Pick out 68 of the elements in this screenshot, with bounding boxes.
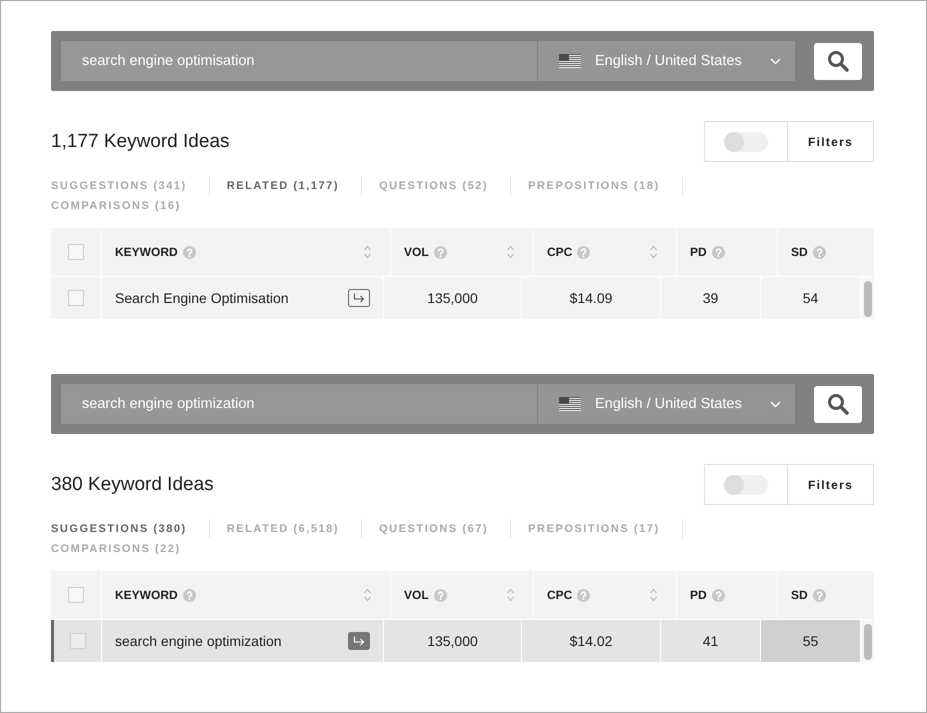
keyword-text: Search Engine Optimisation <box>115 290 289 306</box>
column-title: SD <box>791 588 808 602</box>
column-title: VOL <box>404 245 429 259</box>
chevron-down-icon <box>770 400 781 408</box>
table-cell: 41 <box>661 620 760 662</box>
tab[interactable]: COMPARISONS (16) <box>51 196 181 216</box>
tab[interactable]: COMPARISONS (22) <box>51 539 181 559</box>
search-icon <box>827 50 849 72</box>
help-icon[interactable] <box>577 246 590 258</box>
column-title: PD <box>690 245 707 259</box>
tab[interactable]: RELATED (1,177) <box>226 176 340 196</box>
tab[interactable]: SUGGESTIONS (380) <box>51 519 187 539</box>
table-cell: 54 <box>761 277 860 319</box>
search-field[interactable]: search engine optimization <box>61 384 537 424</box>
tab[interactable]: QUESTIONS (67) <box>379 519 488 539</box>
checkbox[interactable] <box>70 633 86 649</box>
language-dropdown[interactable]: English / United States <box>538 384 795 424</box>
table-cell: 39 <box>661 277 760 319</box>
scrollbar-thumb[interactable] <box>864 624 872 660</box>
help-icon[interactable] <box>434 588 447 602</box>
sort-icon[interactable] <box>649 587 658 603</box>
table-cell: 135,000 <box>384 620 521 662</box>
help-icon[interactable] <box>712 588 725 602</box>
flag-icon <box>559 397 581 411</box>
tab[interactable]: PREPOSITIONS (18) <box>528 176 660 196</box>
scrollbar-thumb[interactable] <box>864 281 872 317</box>
search-icon <box>827 393 849 415</box>
flag-icon <box>559 54 581 68</box>
table-cell: 135,000 <box>384 277 521 319</box>
checkbox[interactable] <box>68 290 84 306</box>
checkbox[interactable] <box>68 587 84 603</box>
sort-icon[interactable] <box>649 244 658 260</box>
search-field[interactable]: search engine optimisation <box>61 41 537 81</box>
results-title: 380 Keyword Ideas <box>51 474 214 496</box>
help-icon[interactable] <box>182 588 196 602</box>
column-title: CPC <box>547 245 572 259</box>
help-icon[interactable] <box>812 588 826 602</box>
help-icon[interactable] <box>434 246 447 258</box>
filters-toggle[interactable] <box>724 132 768 152</box>
help-icon[interactable] <box>577 588 590 602</box>
help-icon[interactable] <box>712 246 725 258</box>
column-title: SD <box>791 245 808 259</box>
tab[interactable]: SUGGESTIONS (341) <box>51 176 187 196</box>
search-button[interactable] <box>814 42 862 80</box>
filters-toggle[interactable] <box>724 474 768 494</box>
keyword-text: search engine optimization <box>115 633 282 649</box>
help-icon[interactable] <box>182 246 196 258</box>
sort-icon[interactable] <box>363 244 372 260</box>
results-title: 1,177 Keyword Ideas <box>51 130 230 152</box>
search-button[interactable] <box>814 386 862 422</box>
column-title: KEYWORD <box>115 588 178 602</box>
language-dropdown[interactable]: English / United States <box>538 41 795 81</box>
table-cell: $14.02 <box>522 620 660 662</box>
sort-icon[interactable] <box>506 244 515 260</box>
column-title: PD <box>690 588 707 602</box>
table-cell: $14.09 <box>522 277 660 319</box>
help-icon[interactable] <box>812 246 826 258</box>
tab[interactable]: RELATED (6,518) <box>226 519 340 539</box>
column-title: CPC <box>547 588 572 602</box>
chevron-down-icon <box>770 58 781 64</box>
sort-icon[interactable] <box>363 587 372 603</box>
column-title: VOL <box>404 588 429 602</box>
sort-icon[interactable] <box>506 587 515 603</box>
tab[interactable]: QUESTIONS (52) <box>379 176 488 196</box>
column-title: KEYWORD <box>115 245 178 259</box>
checkbox[interactable] <box>68 244 84 260</box>
tab[interactable]: PREPOSITIONS (17) <box>528 519 660 539</box>
table-cell: 55 <box>761 620 860 662</box>
